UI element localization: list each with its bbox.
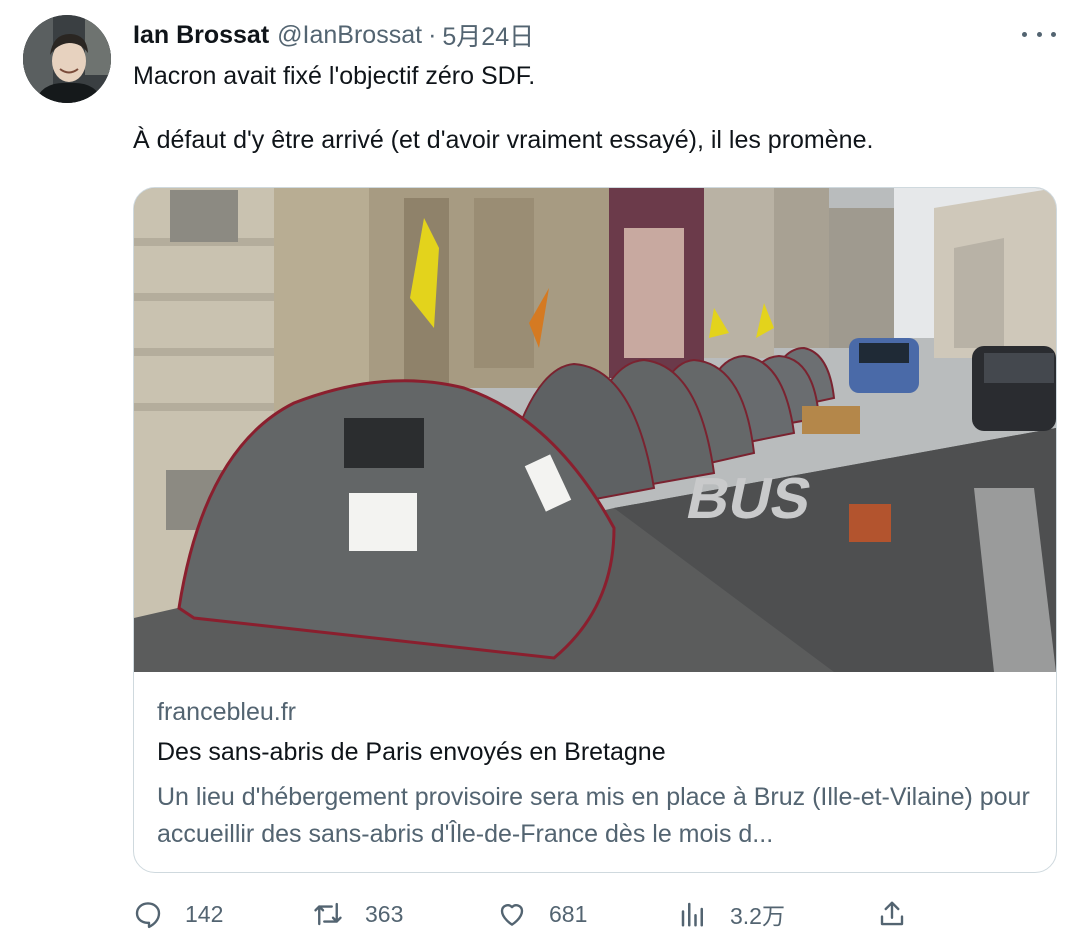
- action-bar: 142 363 681 3.2万: [133, 892, 1055, 936]
- card-domain[interactable]: francebleu.fr: [157, 698, 296, 727]
- views-icon: [681, 902, 703, 927]
- share-icon: [880, 901, 904, 926]
- card-image[interactable]: BUS: [134, 188, 1056, 672]
- retweet-count: 363: [365, 900, 404, 927]
- reply-button[interactable]: 142: [133, 892, 223, 936]
- views-button[interactable]: 3.2万: [678, 892, 785, 936]
- more-icon[interactable]: [1022, 22, 1056, 46]
- link-card[interactable]: BUS francebleu.fr Des sans-abris de Pari…: [133, 187, 1057, 873]
- like-button[interactable]: 681: [497, 892, 587, 936]
- tweet-text-line-2: À défaut d'y être arrivé (et d'avoir vra…: [133, 126, 874, 154]
- share-button[interactable]: [877, 892, 907, 936]
- views-count: 3.2万: [730, 903, 785, 929]
- tweet-header: Ian Brossat @IanBrossat · 5月24日: [133, 16, 534, 54]
- tweet-date[interactable]: 5月24日: [442, 17, 534, 53]
- avatar[interactable]: [23, 15, 111, 103]
- reply-icon: [135, 902, 161, 929]
- card-title[interactable]: Des sans-abris de Paris envoyés en Breta…: [157, 738, 666, 767]
- separator-dot: ·: [428, 20, 437, 49]
- reply-count: 142: [185, 900, 224, 927]
- like-icon: [500, 904, 524, 926]
- avatar-photo: [23, 15, 111, 103]
- tweet-text: Macron avait fixé l'objectif zéro SDF. À…: [133, 60, 1033, 156]
- tweet-text-line-1: Macron avait fixé l'objectif zéro SDF.: [133, 62, 536, 90]
- user-handle[interactable]: @IanBrossat: [277, 21, 422, 50]
- card-description[interactable]: Un lieu d'hébergement provisoire sera mi…: [157, 779, 1037, 853]
- like-count: 681: [549, 900, 588, 927]
- retweet-button[interactable]: 363: [313, 892, 403, 936]
- retweet-icon: [314, 902, 342, 926]
- display-name[interactable]: Ian Brossat: [133, 21, 269, 50]
